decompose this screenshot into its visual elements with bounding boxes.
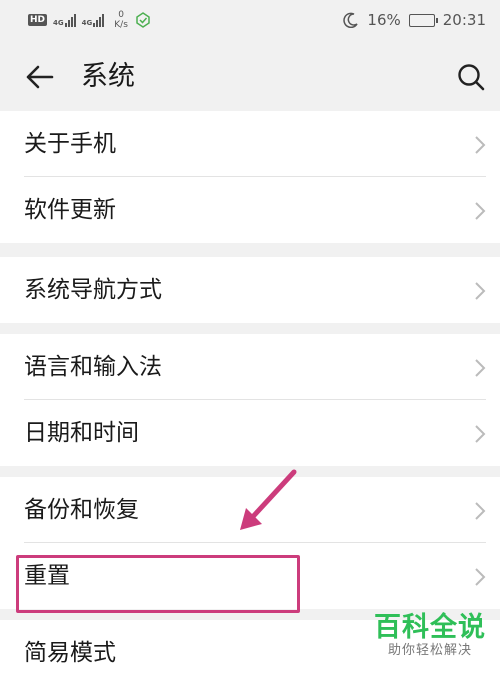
speed-unit: K/s (114, 20, 128, 30)
status-bar: HD 4G 4G 0 K/s 16% 20:31 (0, 0, 500, 44)
battery-icon (408, 13, 438, 27)
page-title: 系统 (81, 61, 135, 92)
chevron-right-icon (475, 425, 486, 443)
chevron-right-icon (475, 568, 486, 586)
signal-bars-icon (93, 13, 105, 27)
settings-item-label: 简易模式 (24, 640, 116, 666)
annotation-highlight-box (16, 555, 300, 613)
network-type-2: 4G (81, 19, 93, 27)
chevron-right-icon (475, 359, 486, 377)
battery-percent: 16% (367, 11, 401, 29)
settings-item-about-phone[interactable]: 关于手机 (0, 111, 500, 177)
settings-item-software-update[interactable]: 软件更新 (0, 177, 500, 243)
settings-item-label: 备份和恢复 (24, 497, 139, 523)
back-arrow-icon[interactable] (24, 62, 56, 92)
settings-item-label: 关于手机 (24, 131, 116, 157)
signal-1: 4G (53, 13, 76, 27)
settings-item-language-input[interactable]: 语言和输入法 (0, 334, 500, 400)
hd-badge: HD (28, 14, 48, 26)
settings-item-label: 系统导航方式 (24, 277, 162, 303)
chevron-right-icon (475, 136, 486, 154)
signal-2: 4G (82, 13, 105, 27)
chevron-right-icon (475, 502, 486, 520)
settings-item-navigation[interactable]: 系统导航方式 (0, 257, 500, 323)
settings-item-date-time[interactable]: 日期和时间 (0, 400, 500, 466)
speed-value: 0 (118, 10, 124, 20)
settings-item-label: 日期和时间 (24, 420, 139, 446)
clock: 20:31 (442, 11, 486, 29)
signal-bars-icon (64, 13, 76, 27)
title-bar: 系统 (0, 44, 500, 110)
settings-item-label: 语言和输入法 (24, 354, 162, 380)
status-left: HD 4G 4G 0 K/s (28, 10, 152, 30)
chevron-right-icon (475, 282, 486, 300)
network-speed: 0 K/s (114, 10, 128, 30)
notification-icon (136, 12, 150, 28)
annotation-arrow (240, 469, 297, 530)
settings-group-3: 语言和输入法 日期和时间 (0, 334, 500, 466)
settings-group-2: 系统导航方式 (0, 257, 500, 323)
watermark-logo: 百科全说 助你轻松解决 (374, 613, 486, 659)
moon-icon (343, 12, 359, 28)
watermark-subtitle: 助你轻松解决 (387, 643, 472, 658)
chevron-right-icon (475, 202, 486, 220)
network-type-1: 4G (53, 19, 64, 27)
status-right: 16% 20:31 (343, 11, 486, 29)
search-icon[interactable] (456, 62, 486, 92)
settings-item-label: 软件更新 (24, 197, 116, 223)
watermark-title: 百科全说 (374, 612, 486, 643)
settings-group-1: 关于手机 软件更新 (0, 111, 500, 243)
